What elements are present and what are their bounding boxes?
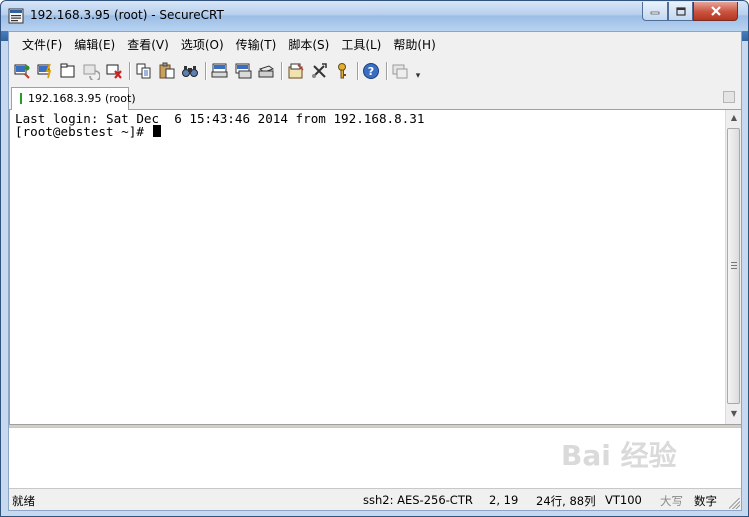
sftp-icon[interactable] <box>391 62 409 80</box>
menu-transfer[interactable]: 传输(T) <box>230 35 283 55</box>
keymap-icon[interactable] <box>333 62 351 80</box>
session-options-icon[interactable] <box>287 62 305 80</box>
status-protocol: ssh2: AES-256-CTR <box>363 493 473 507</box>
menu-view[interactable]: 查看(V) <box>121 35 175 55</box>
scroll-down-icon[interactable]: ▼ <box>727 406 741 422</box>
menu-help[interactable]: 帮助(H) <box>387 35 441 55</box>
reconnect-icon[interactable] <box>82 62 100 80</box>
disconnect-icon[interactable] <box>105 62 123 80</box>
tab-session[interactable]: 192.168.3.95 (root) <box>11 87 136 110</box>
resize-grip-icon[interactable] <box>729 498 740 509</box>
title-bar[interactable]: 192.168.3.95 (root) - SecureCRT <box>1 1 748 31</box>
securecrt-window: 192.168.3.95 (root) - SecureCRT 文件(F) 编辑… <box>0 0 749 517</box>
menu-file[interactable]: 文件(F) <box>16 35 68 55</box>
close-icon <box>710 6 721 16</box>
menu-bar: 文件(F) 编辑(E) 查看(V) 选项(O) 传输(T) 脚本(S) 工具(L… <box>9 32 741 58</box>
maximize-icon <box>675 6 686 16</box>
baidu-jingyan-watermark: Bai 经验 <box>561 439 677 472</box>
svg-text:?: ? <box>368 65 374 78</box>
tab-label: 192.168.3.95 (root) <box>28 92 136 105</box>
window-title: 192.168.3.95 (root) - SecureCRT <box>30 8 224 22</box>
status-num-lock: 数字 <box>694 494 717 508</box>
scroll-up-icon[interactable]: ▲ <box>727 110 741 126</box>
menu-script[interactable]: 脚本(S) <box>282 35 335 55</box>
session-tab-bar: 192.168.3.95 (root) <box>9 86 741 110</box>
status-caps-lock: 大写 <box>660 494 683 508</box>
terminal-area[interactable]: Last login: Sat Dec 6 15:43:46 2014 from… <box>9 110 725 424</box>
maximize-button[interactable] <box>668 2 693 21</box>
terminal-prompt: [root@ebstest ~]# <box>15 124 152 139</box>
connect-icon[interactable] <box>13 62 31 80</box>
menu-edit[interactable]: 编辑(E) <box>68 35 121 55</box>
minimize-button[interactable] <box>642 2 668 21</box>
menu-options[interactable]: 选项(O) <box>175 35 230 55</box>
paste-icon[interactable] <box>158 62 176 80</box>
toolbar-separator <box>281 62 283 80</box>
connected-status-icon <box>20 93 22 104</box>
menu-tools[interactable]: 工具(L) <box>335 35 387 55</box>
status-emulation: VT100 <box>605 493 642 507</box>
print-icon[interactable] <box>211 62 229 80</box>
toolbar-separator <box>129 62 131 80</box>
terminal-cursor <box>153 125 162 137</box>
quick-connect-icon[interactable] <box>36 62 54 80</box>
copy-icon[interactable] <box>135 62 153 80</box>
securecrt-app-icon <box>8 8 24 24</box>
status-ready: 就绪 <box>12 494 35 508</box>
find-icon[interactable] <box>181 62 199 80</box>
toolbar-overflow-icon[interactable]: ▾ <box>414 70 422 82</box>
scrollbar-grip-icon <box>731 262 737 269</box>
scrollbar-thumb[interactable] <box>727 128 740 404</box>
print-setup-icon[interactable] <box>257 62 275 80</box>
toolbar-separator <box>357 62 359 80</box>
print-selection-icon[interactable] <box>234 62 252 80</box>
toolbar-separator <box>386 62 388 80</box>
status-cursor-position: 2, 19 <box>489 493 519 507</box>
global-options-icon[interactable] <box>310 62 328 80</box>
help-icon[interactable]: ? <box>362 62 380 80</box>
close-button[interactable] <box>693 2 738 21</box>
terminal-scrollbar[interactable]: ▲ ▼ <box>725 110 741 424</box>
terminal-prompt-line: [root@ebstest ~]# <box>15 124 162 139</box>
connect-in-tab-icon[interactable] <box>59 62 77 80</box>
minimize-icon <box>650 11 660 15</box>
toolbar-separator <box>205 62 207 80</box>
status-bar: 就绪 ssh2: AES-256-CTR 2, 19 24行, 88列 VT10… <box>9 489 741 510</box>
status-terminal-size: 24行, 88列 <box>536 494 596 508</box>
tab-list-button[interactable] <box>723 91 735 103</box>
toolbar: ? ▾ <box>9 58 741 84</box>
